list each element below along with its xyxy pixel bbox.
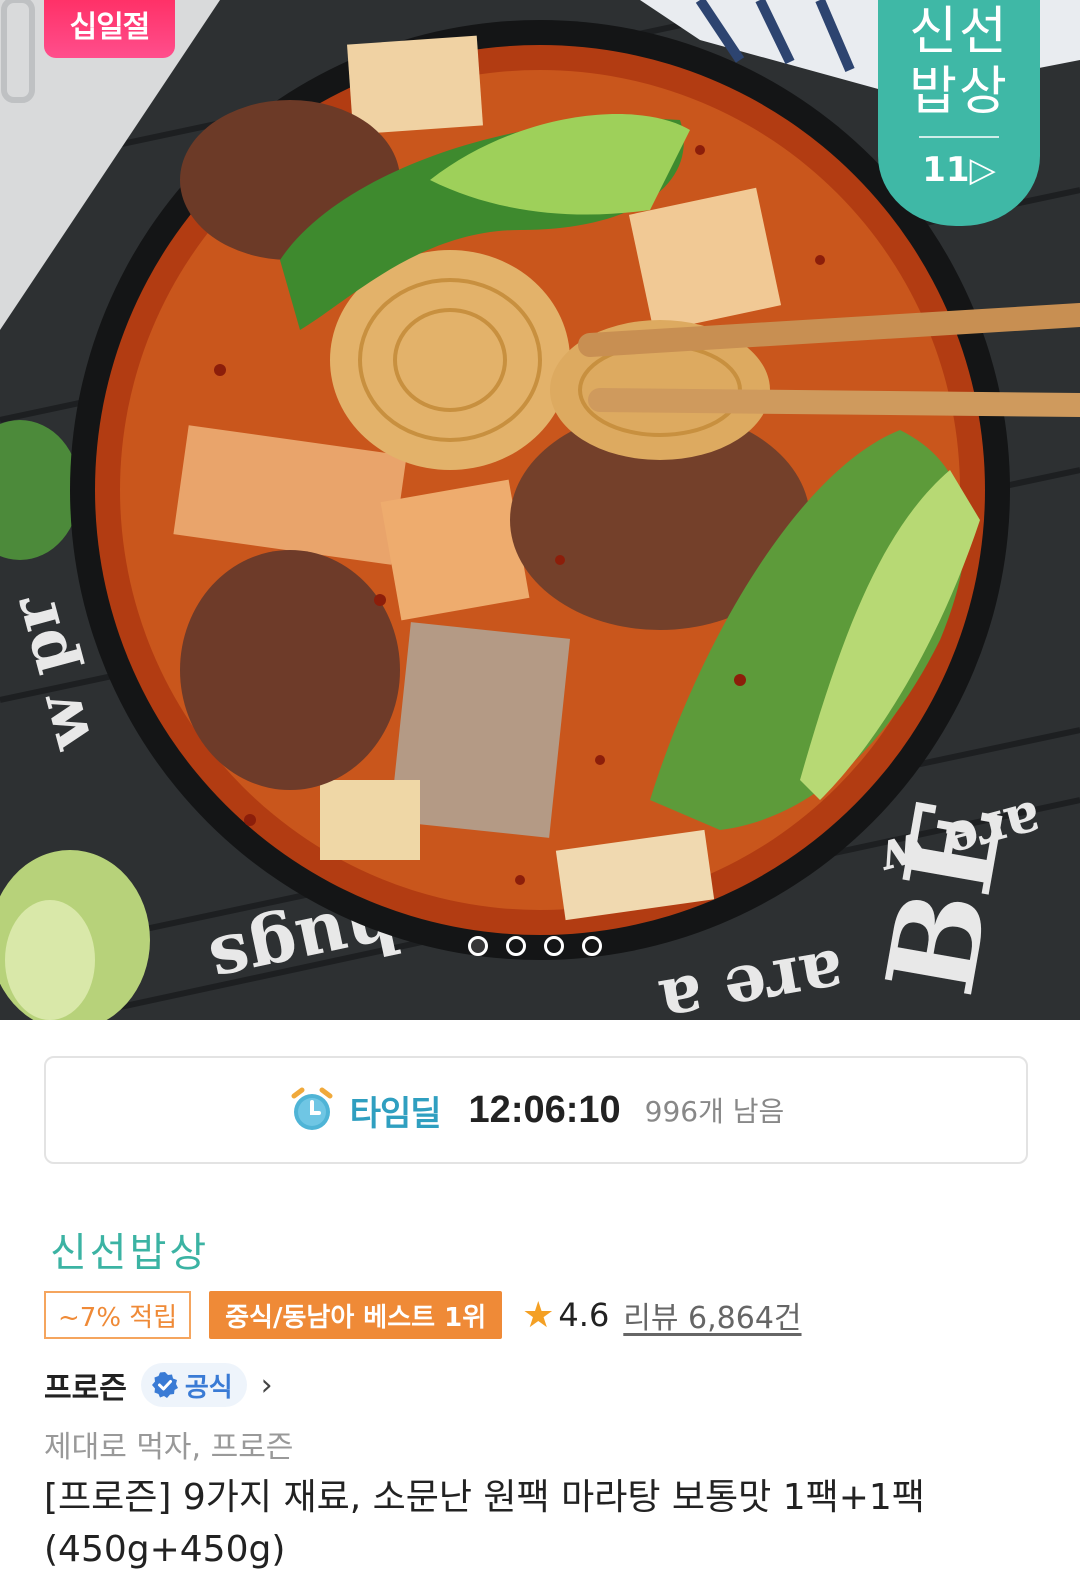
carousel-dot-1[interactable] [468,936,488,956]
timedeal-banner: 타임딜 12:06:10 996개 남음 [44,1056,1028,1164]
product-title: [프로즌] 9가지 재료, 소문난 원팩 마라탕 보통맛 1팩+1팩 (450g… [44,1477,925,1570]
rating-value: 4.6 [558,1296,610,1334]
brand-badge-line1: 신선 [909,2,1009,62]
verified-check-icon [151,1372,178,1398]
product-tags: ~7% 적립 중식/동남아 베스트 1위 ★ 4.6 리뷰 6,864건 [44,1290,802,1340]
brand-badge: 신선 밥상 11▷ [878,0,1040,226]
timedeal-label: 타임딜 [349,1093,442,1134]
timedeal-countdown: 12:06:10 [468,1088,621,1131]
carousel-indicator [468,936,602,956]
official-label: 공식 [184,1372,233,1403]
product-image-carousel[interactable]: BE hugs are a are w w pr 십일절 신선 밥상 11▷ [0,0,1080,1020]
official-badge: 공식 [140,1363,247,1407]
carousel-dot-4[interactable] [582,936,602,956]
alarm-clock-icon [291,1087,333,1130]
seller-row[interactable]: 프로즌 공식 › [44,1362,273,1408]
brand-badge-line2: 밥상 [909,62,1009,122]
carousel-dot-3[interactable] [544,936,564,956]
chevron-right-icon[interactable]: › [261,1368,273,1403]
brand-badge-divider [919,136,999,138]
point-reward-badge: ~7% 적립 [44,1291,192,1339]
star-icon: ★ [522,1294,555,1336]
event-tag-11day: 십일절 [44,0,175,58]
review-count-link[interactable]: 리뷰 6,864건 [623,1293,801,1337]
store-name-link[interactable]: 신선밥상 [50,1220,209,1278]
timedeal-remaining: 996개 남음 [644,1095,785,1128]
product-subtitle: 제대로 먹자, 프로즌 [44,1430,294,1465]
brand-badge-number: 11▷ [922,150,996,190]
seller-name[interactable]: 프로즌 [44,1363,127,1407]
carousel-dot-2[interactable] [506,936,526,956]
best-rank-badge[interactable]: 중식/동남아 베스트 1위 [209,1291,503,1339]
